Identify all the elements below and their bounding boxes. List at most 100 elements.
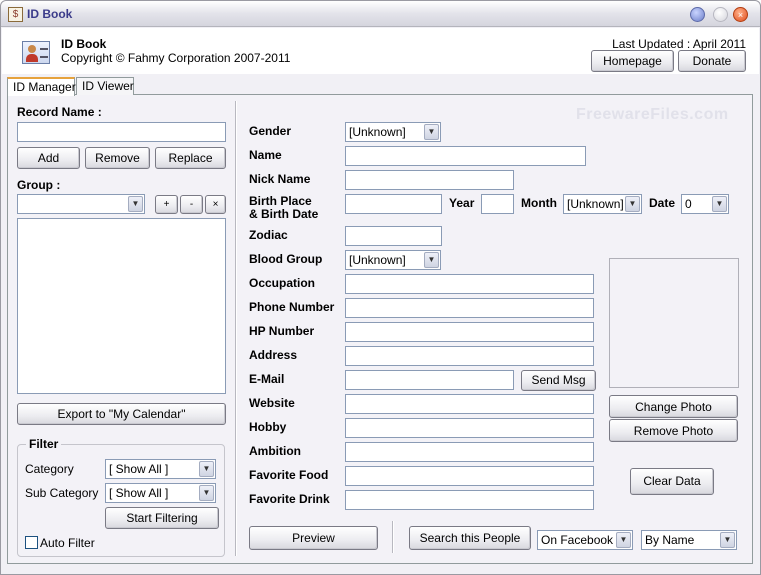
bottom-divider bbox=[392, 521, 394, 553]
tab-id-viewer[interactable]: ID Viewer bbox=[76, 77, 134, 95]
phone-number-input[interactable] bbox=[345, 298, 594, 318]
name-label: Name bbox=[249, 148, 282, 162]
website-label: Website bbox=[249, 396, 295, 410]
favorite-drink-input[interactable] bbox=[345, 490, 594, 510]
minimize-button[interactable] bbox=[690, 7, 705, 22]
app-window: $ ID Book × ID Book Copyright © Fahmy Co… bbox=[0, 0, 761, 575]
category-select-value: [ Show All ] bbox=[109, 462, 169, 476]
month-label: Month bbox=[521, 196, 557, 210]
record-list[interactable] bbox=[17, 218, 226, 394]
clear-data-button[interactable]: Clear Data bbox=[630, 468, 714, 495]
occupation-label: Occupation bbox=[249, 276, 316, 290]
gender-select[interactable]: [Unknown] ▼ bbox=[345, 122, 441, 142]
ambition-input[interactable] bbox=[345, 442, 594, 462]
subcategory-select-value: [ Show All ] bbox=[109, 486, 169, 500]
change-photo-button[interactable]: Change Photo bbox=[609, 395, 738, 418]
address-label: Address bbox=[249, 348, 298, 362]
month-select[interactable]: [Unknown] ▼ bbox=[563, 194, 642, 214]
address-input[interactable] bbox=[345, 346, 594, 366]
zodiac-input[interactable] bbox=[345, 226, 442, 246]
name-input[interactable] bbox=[345, 146, 586, 166]
copyright-text: Copyright © Fahmy Corporation 2007-2011 bbox=[61, 51, 291, 65]
search-where-select[interactable]: On Facebook ▼ bbox=[537, 530, 633, 550]
title-bar[interactable]: $ ID Book × bbox=[1, 1, 760, 27]
auto-filter-label: Auto Filter bbox=[40, 536, 95, 550]
website-input[interactable] bbox=[345, 394, 594, 414]
blood-group-select-value: [Unknown] bbox=[349, 253, 406, 267]
chevron-down-icon: ▼ bbox=[720, 532, 735, 548]
subcategory-select[interactable]: [ Show All ] ▼ bbox=[105, 483, 216, 503]
preview-button[interactable]: Preview bbox=[249, 526, 378, 550]
add-group-button[interactable]: + bbox=[155, 195, 178, 214]
ambition-label: Ambition bbox=[249, 444, 301, 458]
chevron-down-icon: ▼ bbox=[625, 196, 640, 212]
remove-photo-button[interactable]: Remove Photo bbox=[609, 419, 738, 442]
blood-group-select[interactable]: [Unknown] ▼ bbox=[345, 250, 441, 270]
birth-place-input[interactable] bbox=[345, 194, 442, 214]
chevron-down-icon: ▼ bbox=[128, 196, 143, 212]
gender-label: Gender bbox=[249, 124, 292, 138]
zodiac-label: Zodiac bbox=[249, 228, 288, 242]
chevron-down-icon: ▼ bbox=[199, 485, 214, 501]
chevron-down-icon: ▼ bbox=[199, 461, 214, 477]
search-people-button[interactable]: Search this People bbox=[409, 526, 531, 550]
year-input[interactable] bbox=[481, 194, 514, 214]
hobby-label: Hobby bbox=[249, 420, 287, 434]
category-label: Category bbox=[25, 462, 74, 476]
nick-name-input[interactable] bbox=[345, 170, 514, 190]
date-select[interactable]: 0 ▼ bbox=[681, 194, 729, 214]
occupation-input[interactable] bbox=[345, 274, 594, 294]
date-select-value: 0 bbox=[685, 197, 692, 211]
homepage-button[interactable]: Homepage bbox=[591, 50, 674, 72]
export-calendar-button[interactable]: Export to "My Calendar" bbox=[17, 403, 226, 425]
favorite-drink-label: Favorite Drink bbox=[249, 492, 330, 506]
chevron-down-icon: ▼ bbox=[424, 124, 439, 140]
email-label: E-Mail bbox=[249, 372, 285, 386]
id-card-icon bbox=[22, 41, 50, 64]
group-select[interactable]: ▼ bbox=[17, 194, 145, 214]
month-select-value: [Unknown] bbox=[567, 197, 624, 211]
watermark-text: FreewareFiles.com bbox=[576, 106, 729, 123]
search-by-value: By Name bbox=[645, 533, 695, 547]
birth-date-label: & Birth Date bbox=[249, 207, 319, 221]
app-icon: $ bbox=[8, 7, 23, 22]
auto-filter-checkbox[interactable] bbox=[25, 536, 38, 549]
category-select[interactable]: [ Show All ] ▼ bbox=[105, 459, 216, 479]
filter-title: Filter bbox=[26, 437, 62, 451]
birth-place-label: Birth Place bbox=[249, 194, 312, 208]
hp-number-label: HP Number bbox=[249, 324, 315, 338]
replace-button[interactable]: Replace bbox=[155, 147, 226, 169]
add-button[interactable]: Add bbox=[17, 147, 80, 169]
donate-button[interactable]: Donate bbox=[678, 50, 746, 72]
hobby-input[interactable] bbox=[345, 418, 594, 438]
window-title: ID Book bbox=[27, 7, 73, 21]
record-name-input[interactable] bbox=[17, 122, 226, 142]
tab-id-manager[interactable]: ID Manager bbox=[7, 77, 76, 96]
nick-name-label: Nick Name bbox=[249, 172, 311, 186]
chevron-down-icon: ▼ bbox=[616, 532, 631, 548]
delete-group-button[interactable]: × bbox=[205, 195, 226, 214]
send-msg-button[interactable]: Send Msg bbox=[521, 370, 596, 391]
search-where-value: On Facebook bbox=[541, 533, 614, 547]
panel-divider bbox=[235, 101, 237, 556]
favorite-food-label: Favorite Food bbox=[249, 468, 329, 482]
year-label: Year bbox=[449, 196, 475, 210]
phone-number-label: Phone Number bbox=[249, 300, 335, 314]
chevron-down-icon: ▼ bbox=[424, 252, 439, 268]
close-button[interactable]: × bbox=[733, 7, 748, 22]
remove-button[interactable]: Remove bbox=[85, 147, 150, 169]
subcategory-label: Sub Category bbox=[25, 486, 99, 500]
photo-frame bbox=[609, 258, 739, 388]
record-name-label: Record Name : bbox=[17, 105, 102, 119]
remove-group-button[interactable]: - bbox=[180, 195, 203, 214]
start-filtering-button[interactable]: Start Filtering bbox=[105, 507, 219, 529]
date-label: Date bbox=[649, 196, 676, 210]
search-by-select[interactable]: By Name ▼ bbox=[641, 530, 737, 550]
chevron-down-icon: ▼ bbox=[712, 196, 727, 212]
hp-number-input[interactable] bbox=[345, 322, 594, 342]
maximize-button[interactable] bbox=[713, 7, 728, 22]
favorite-food-input[interactable] bbox=[345, 466, 594, 486]
app-name: ID Book bbox=[61, 37, 107, 51]
last-updated-text: Last Updated : April 2011 bbox=[612, 37, 746, 51]
email-input[interactable] bbox=[345, 370, 514, 390]
